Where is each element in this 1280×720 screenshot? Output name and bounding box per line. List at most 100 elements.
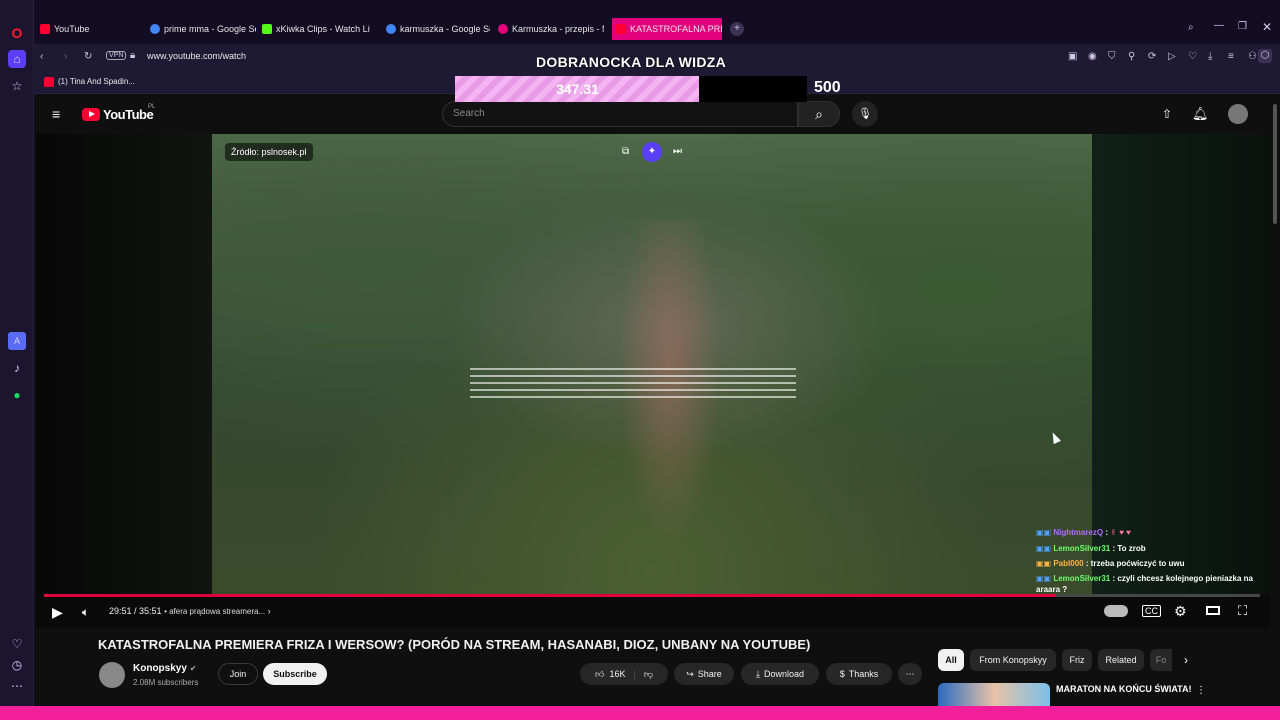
scrollbar-thumb[interactable]: [1273, 104, 1277, 224]
notifications-bell-icon[interactable]: 🔔︎: [1192, 106, 1209, 122]
home-icon[interactable]: ⌂: [8, 50, 26, 68]
more-icon[interactable]: ⋯: [8, 677, 26, 695]
region-code: PL: [148, 104, 156, 110]
youtube-logo-icon[interactable]: [82, 108, 100, 121]
chip-related[interactable]: Related: [1098, 649, 1144, 671]
thumbs-down-icon[interactable]: 👎︎: [644, 669, 653, 680]
tab-label: prime mma - Google Sear: [164, 24, 256, 34]
progress-played[interactable]: [44, 594, 1056, 597]
subscribe-button[interactable]: Subscribe: [263, 663, 327, 685]
extension-icon[interactable]: ⚲: [1128, 51, 1135, 62]
forward-icon[interactable]: ›: [64, 51, 67, 62]
channel-name[interactable]: Konopskyy ✔: [133, 663, 196, 674]
shield-icon[interactable]: ⛉: [1108, 51, 1116, 62]
easy-setup-icon[interactable]: ⬡: [1258, 49, 1272, 63]
tab-google-karmuszka[interactable]: karmuszka - Google Sear: [382, 18, 490, 40]
miniplayer-icon[interactable]: ⧉: [622, 146, 629, 157]
thanks-button[interactable]: $ Thanks: [826, 663, 892, 685]
avatar[interactable]: [1228, 104, 1248, 124]
profile-icon[interactable]: ⚇: [1248, 51, 1257, 62]
tiktok-icon[interactable]: ♪: [8, 359, 26, 377]
share-button[interactable]: ↪ Share: [674, 663, 734, 685]
chip-more[interactable]: Fo: [1150, 649, 1172, 671]
close-window-icon[interactable]: ✕: [1262, 20, 1272, 34]
search-input[interactable]: Search: [442, 101, 798, 127]
spotify-icon[interactable]: ●: [8, 386, 26, 404]
download-button[interactable]: ⤓ Download: [741, 663, 819, 685]
tab-kick[interactable]: xKiwka Clips - Watch Live: [258, 18, 370, 40]
settings-gear-icon[interactable]: ⚙: [1174, 603, 1187, 620]
chip-from-channel[interactable]: From Konopskyy: [970, 649, 1056, 671]
more-actions-icon[interactable]: ⋯: [898, 663, 922, 685]
tab-label: Karmuszka - przepis - Mo: [512, 24, 604, 34]
youtube-logo-text[interactable]: YouTube: [103, 107, 154, 122]
pinboard-star-icon[interactable]: ☆: [8, 77, 26, 95]
snapshot-icon[interactable]: ▣: [1068, 51, 1077, 62]
share-arrow-icon: ↪: [686, 668, 694, 679]
page-scrollbar[interactable]: [1270, 94, 1280, 706]
chip-friz[interactable]: Friz: [1062, 649, 1092, 671]
play-icon[interactable]: ▷: [1168, 51, 1176, 62]
chat-badges-icon: ▣▣: [1036, 544, 1054, 553]
tab-youtube[interactable]: YouTube: [36, 18, 144, 40]
tab-search-icon[interactable]: ⌕: [1188, 22, 1194, 33]
heart-icon[interactable]: ♡: [8, 635, 26, 653]
channel-avatar[interactable]: [99, 662, 125, 688]
chips-next-chevron-icon[interactable]: ›: [1184, 653, 1188, 667]
chat-message: ▣▣ NightmarezQ : ✌ ♥ ♥: [1036, 527, 1264, 538]
related-more-icon[interactable]: ⋮: [1196, 685, 1206, 696]
kick-favicon-icon: [262, 24, 272, 34]
chip-all[interactable]: All: [938, 649, 964, 671]
vpn-badge[interactable]: VPN: [106, 51, 127, 60]
menu-lines-icon[interactable]: ≡: [1228, 51, 1234, 62]
volume-icon[interactable]: 🔈︎: [82, 605, 89, 620]
chapter-title[interactable]: • afera prądowa streamera...: [164, 607, 265, 616]
skip-icon[interactable]: ⏭︎: [673, 146, 682, 157]
thanks-label: Thanks: [848, 669, 879, 679]
goal-target-value: 500: [814, 79, 841, 96]
subtitles-cc-icon[interactable]: CC: [1142, 605, 1161, 617]
related-thumbnail[interactable]: [938, 683, 1050, 706]
karmuszka-favicon-icon: [498, 24, 508, 34]
minimize-icon[interactable]: —: [1214, 20, 1224, 31]
blurred-figure: [610, 220, 730, 580]
reload-icon[interactable]: ↻: [84, 51, 92, 62]
new-tab-plus-icon[interactable]: +: [730, 22, 744, 36]
aria-icon[interactable]: A: [8, 332, 26, 350]
search-button[interactable]: ⌕: [798, 101, 840, 127]
maximize-icon[interactable]: ❐: [1238, 21, 1247, 32]
join-button[interactable]: Join: [218, 663, 258, 685]
tabstrip-top: [34, 0, 1280, 14]
video-letterbox-right: [1092, 134, 1270, 594]
related-video-title[interactable]: MARATON NA KOŃCU ŚWIATA!: [1056, 684, 1191, 694]
thumbs-up-icon[interactable]: 👍︎: [595, 669, 604, 680]
create-upload-icon[interactable]: ⇧: [1162, 107, 1172, 121]
source-badge: Źródło: pslnosek.pl: [225, 143, 313, 161]
camera-icon[interactable]: ◉: [1088, 51, 1097, 62]
sync-icon[interactable]: ⟳: [1148, 51, 1156, 62]
chat-user: NightmarezQ: [1053, 528, 1104, 537]
video-title: KATASTROFALNA PREMIERA FRIZA I WERSOW? (…: [98, 637, 811, 652]
favorite-heart-icon[interactable]: ♡: [1188, 51, 1197, 62]
like-count[interactable]: 16K: [609, 669, 625, 679]
fullscreen-icon[interactable]: ⛶: [1238, 603, 1247, 619]
tab-katastrofalna[interactable]: KATASTROFALNA PREMIE: [612, 18, 722, 40]
history-icon[interactable]: ◷: [8, 656, 26, 674]
download-icon[interactable]: ⤓: [1208, 51, 1212, 62]
like-dislike-group: 👍︎ 16K | 👎︎: [580, 663, 668, 685]
play-button-icon[interactable]: ▶: [52, 604, 63, 621]
url-text[interactable]: www.youtube.com/watch: [147, 51, 246, 61]
chevron-right-icon[interactable]: ›: [268, 606, 271, 616]
theater-mode-icon[interactable]: [1206, 606, 1220, 615]
sparkle-ai-icon[interactable]: ✦: [642, 142, 662, 162]
back-icon[interactable]: ‹: [40, 51, 43, 62]
opera-logo-icon[interactable]: O: [8, 24, 26, 42]
tab-karmuszka[interactable]: Karmuszka - przepis - Mo: [494, 18, 604, 40]
tab-google-prime[interactable]: prime mma - Google Sear: [146, 18, 256, 40]
autoplay-toggle[interactable]: [1104, 605, 1128, 617]
voice-search-button[interactable]: 🎙︎: [852, 101, 878, 127]
bookmark-item[interactable]: (1) Tina And Spadin...: [58, 77, 135, 86]
tab-label: KATASTROFALNA PREMIE: [630, 24, 722, 34]
lock-icon[interactable]: 🔒︎: [130, 50, 135, 61]
hamburger-menu-icon[interactable]: ≡: [52, 106, 60, 122]
